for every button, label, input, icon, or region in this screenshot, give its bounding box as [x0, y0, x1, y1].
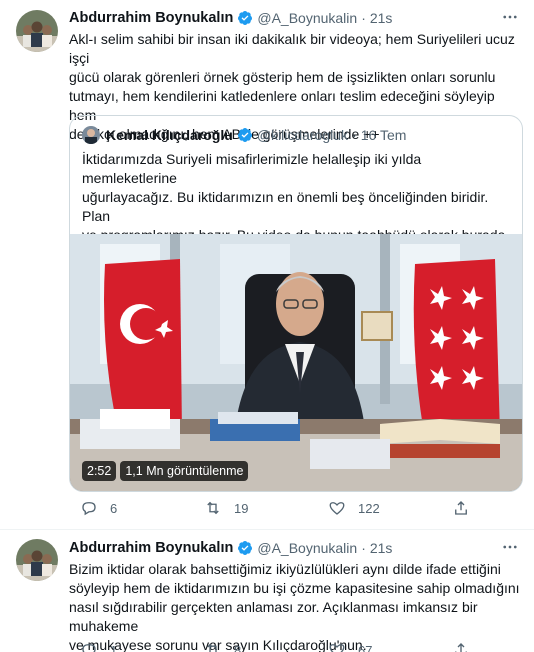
retweet-count: 8	[234, 642, 242, 652]
author-name[interactable]: Abdurrahim Boynukalın	[69, 540, 233, 556]
reply-button[interactable]: 1	[80, 641, 204, 652]
retweet-count: 19	[234, 500, 249, 516]
quote-author-handle: @kilicdarogluk	[256, 127, 349, 143]
tweet-header: Abdurrahim Boynukalın @A_Boynukalin · 21…	[69, 538, 392, 558]
separator-dot: ·	[352, 127, 357, 143]
separator-dot: ·	[361, 10, 366, 26]
author-handle[interactable]: @A_Boynukalin	[257, 10, 357, 26]
share-button[interactable]	[452, 499, 534, 517]
reply-icon	[82, 644, 96, 652]
verified-badge-icon	[237, 540, 253, 556]
video-frame	[70, 234, 522, 491]
verified-badge-icon	[237, 127, 253, 143]
like-count: 67	[358, 642, 373, 652]
video-views: 1,1 Mn görüntülenme	[120, 461, 249, 481]
like-count: 122	[358, 500, 380, 516]
timestamp[interactable]: 21s	[370, 540, 393, 556]
reply-count: 6	[110, 500, 118, 516]
like-button[interactable]: 122	[328, 499, 452, 517]
like-icon	[329, 644, 345, 652]
tweet[interactable]: Abdurrahim Boynukalın @A_Boynukalin · 21…	[0, 530, 534, 652]
share-icon	[455, 643, 467, 652]
tweet[interactable]: Abdurrahim Boynukalın @A_Boynukalin · 21…	[0, 0, 534, 530]
timestamp[interactable]: 21s	[370, 10, 393, 26]
retweet-button[interactable]: 19	[204, 499, 328, 517]
retweet-icon	[207, 501, 219, 515]
like-button[interactable]: 67	[328, 641, 452, 652]
quote-timestamp: 16 Tem	[360, 127, 407, 143]
tweet-actions: 1 8 67	[80, 640, 534, 652]
reply-count: 1	[110, 642, 118, 652]
verified-badge-icon	[237, 10, 253, 26]
avatar[interactable]	[16, 10, 58, 52]
quote-header: Kemal Kılıçdaroğlu @kilicdarogluk · 16 T…	[82, 125, 406, 145]
quote-avatar	[82, 126, 100, 144]
author-handle[interactable]: @A_Boynukalin	[257, 540, 357, 556]
quoted-tweet[interactable]: Kemal Kılıçdaroğlu @kilicdarogluk · 16 T…	[69, 115, 523, 492]
tweet-actions: 6 19 122	[80, 498, 534, 518]
retweet-icon	[207, 643, 217, 652]
tweet-header: Abdurrahim Boynukalın @A_Boynukalin · 21…	[69, 8, 392, 28]
tweet-text: Bizim iktidar olarak bahsettiğimiz ikiyü…	[69, 561, 520, 652]
share-button[interactable]	[452, 641, 534, 652]
separator-dot: ·	[361, 540, 366, 556]
video-duration: 2:52	[82, 461, 117, 481]
video-player[interactable]: 2:52 1,1 Mn görüntülenme	[70, 234, 522, 491]
more-icon[interactable]	[500, 538, 520, 558]
like-icon	[329, 502, 345, 515]
reply-button[interactable]: 6	[80, 499, 204, 517]
share-icon	[455, 501, 467, 515]
retweet-button[interactable]: 8	[204, 641, 328, 652]
reply-icon	[82, 502, 96, 516]
author-name[interactable]: Abdurrahim Boynukalın	[69, 10, 233, 26]
more-icon[interactable]	[500, 8, 520, 28]
video-badges: 2:52 1,1 Mn görüntülenme	[82, 461, 252, 481]
quote-author-name: Kemal Kılıçdaroğlu	[106, 127, 233, 143]
avatar[interactable]	[16, 539, 58, 581]
